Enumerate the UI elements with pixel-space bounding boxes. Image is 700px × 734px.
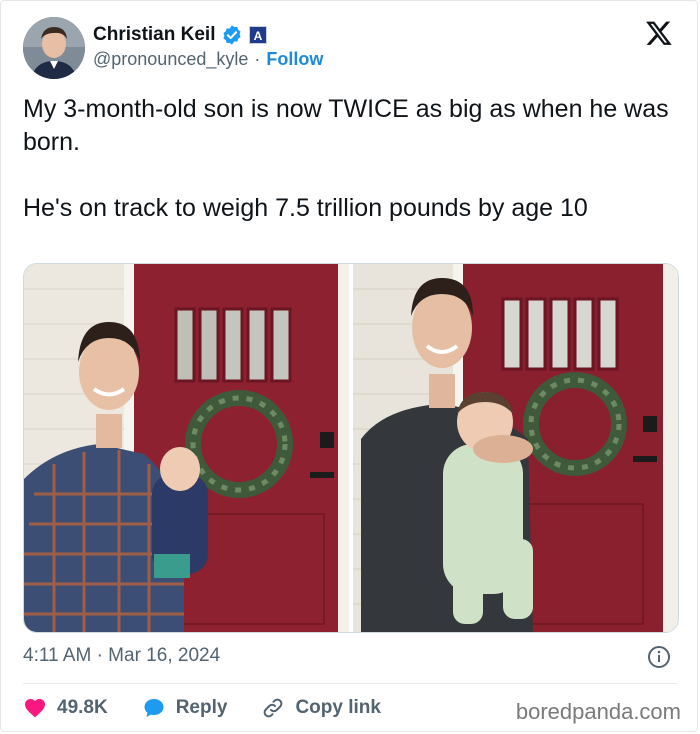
heart-icon: [23, 696, 47, 720]
affiliate-badge-icon: A: [249, 26, 268, 44]
affiliate-badge-letter: A: [254, 29, 263, 43]
photo-left-image: [24, 264, 349, 632]
photo-left[interactable]: [24, 264, 349, 632]
handle-separator: ·: [254, 49, 261, 69]
x-logo-icon[interactable]: [645, 19, 673, 47]
author-name-row: Christian Keil A: [93, 23, 268, 47]
info-icon[interactable]: [647, 645, 671, 669]
verified-badge-icon: [223, 25, 242, 45]
reply-button[interactable]: Reply: [142, 696, 228, 720]
tweet-paragraph-1: My 3-month-old son is now TWICE as big a…: [23, 95, 669, 156]
copy-link-button[interactable]: Copy link: [261, 696, 381, 720]
link-icon: [261, 696, 285, 720]
copy-link-label: Copy link: [295, 697, 381, 718]
tweet-paragraph-2: He's on track to weigh 7.5 trillion poun…: [23, 194, 588, 222]
author-handle-row: @pronounced_kyle · Follow: [93, 49, 323, 70]
like-button[interactable]: 49.8K: [23, 696, 108, 720]
reply-bubble-icon: [142, 696, 166, 720]
tweet-actions: 49.8K Reply Copy link: [23, 695, 415, 721]
boredpanda-watermark: boredpanda.com: [515, 699, 681, 724]
divider: [23, 683, 677, 684]
tweet-text: My 3-month-old son is now TWICE as big a…: [23, 93, 683, 225]
avatar[interactable]: [23, 17, 85, 79]
tweet-card: Christian Keil A @pronounced_kyle · Foll…: [0, 0, 698, 732]
like-count: 49.8K: [57, 697, 108, 718]
avatar-image: [23, 17, 85, 79]
photo-right-image: [353, 264, 678, 632]
author-display-name[interactable]: Christian Keil: [93, 24, 215, 46]
tweet-media[interactable]: [23, 263, 679, 633]
photo-right[interactable]: [353, 264, 678, 632]
tweet-timestamp[interactable]: 4:11 AM · Mar 16, 2024: [23, 645, 220, 667]
author-handle[interactable]: @pronounced_kyle: [93, 49, 248, 70]
follow-button[interactable]: Follow: [266, 49, 323, 70]
reply-label: Reply: [175, 697, 228, 718]
